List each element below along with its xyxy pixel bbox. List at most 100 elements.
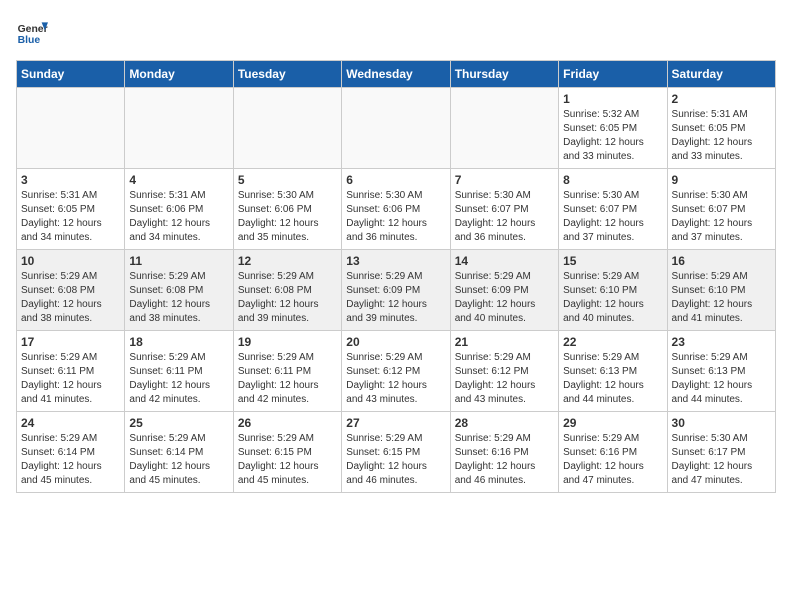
calendar-cell: 28 Sunrise: 5:29 AM Sunset: 6:16 PM Dayli… (450, 412, 558, 493)
calendar-cell: 16 Sunrise: 5:29 AM Sunset: 6:10 PM Dayli… (667, 250, 775, 331)
day-number: 25 (129, 416, 228, 430)
day-number: 14 (455, 254, 554, 268)
calendar-cell: 27 Sunrise: 5:29 AM Sunset: 6:15 PM Dayli… (342, 412, 450, 493)
weekday-header-friday: Friday (559, 61, 667, 88)
calendar-cell: 29 Sunrise: 5:29 AM Sunset: 6:16 PM Dayli… (559, 412, 667, 493)
day-number: 30 (672, 416, 771, 430)
day-number: 28 (455, 416, 554, 430)
day-number: 9 (672, 173, 771, 187)
day-number: 29 (563, 416, 662, 430)
day-number: 1 (563, 92, 662, 106)
day-number: 8 (563, 173, 662, 187)
calendar-cell: 15 Sunrise: 5:29 AM Sunset: 6:10 PM Dayli… (559, 250, 667, 331)
calendar-body: 1 Sunrise: 5:32 AM Sunset: 6:05 PM Daylig… (17, 88, 776, 493)
day-number: 7 (455, 173, 554, 187)
calendar-cell: 11Sunrise: 5:29 AM Sunset: 6:08 PM Dayli… (125, 250, 233, 331)
day-number: 19 (238, 335, 337, 349)
day-number: 22 (563, 335, 662, 349)
day-number: 26 (238, 416, 337, 430)
calendar-cell: 3Sunrise: 5:31 AM Sunset: 6:05 PM Daylig… (17, 169, 125, 250)
day-number: 4 (129, 173, 228, 187)
calendar-cell: 19 Sunrise: 5:29 AM Sunset: 6:11 PM Dayli… (233, 331, 341, 412)
day-info: Sunrise: 5:30 AM Sunset: 6:17 PM Dayligh… (672, 432, 771, 488)
logo: General Blue (16, 16, 48, 48)
day-info: Sunrise: 5:31 AM Sunset: 6:06 PM Dayligh… (129, 189, 228, 245)
day-number: 10 (21, 254, 120, 268)
calendar-cell: 18 Sunrise: 5:29 AM Sunset: 6:11 PM Dayli… (125, 331, 233, 412)
calendar-cell: 5 Sunrise: 5:30 AM Sunset: 6:06 PM Daylig… (233, 169, 341, 250)
day-info: Sunrise: 5:29 AM Sunset: 6:16 PM Dayligh… (563, 432, 662, 488)
day-number: 3 (21, 173, 120, 187)
calendar-cell: 7Sunrise: 5:30 AM Sunset: 6:07 PM Daylig… (450, 169, 558, 250)
calendar-cell (450, 88, 558, 169)
day-number: 13 (346, 254, 445, 268)
weekday-header-row: SundayMondayTuesdayWednesdayThursdayFrid… (17, 61, 776, 88)
day-info: Sunrise: 5:29 AM Sunset: 6:08 PM Dayligh… (21, 270, 120, 326)
day-info: Sunrise: 5:29 AM Sunset: 6:15 PM Dayligh… (346, 432, 445, 488)
day-info: Sunrise: 5:29 AM Sunset: 6:15 PM Dayligh… (238, 432, 337, 488)
calendar-week-4: 17Sunrise: 5:29 AM Sunset: 6:11 PM Dayli… (17, 331, 776, 412)
weekday-header-tuesday: Tuesday (233, 61, 341, 88)
calendar-cell: 2 Sunrise: 5:31 AM Sunset: 6:05 PM Daylig… (667, 88, 775, 169)
day-number: 20 (346, 335, 445, 349)
day-info: Sunrise: 5:31 AM Sunset: 6:05 PM Dayligh… (672, 108, 771, 164)
calendar-cell: 6Sunrise: 5:30 AM Sunset: 6:06 PM Daylig… (342, 169, 450, 250)
day-info: Sunrise: 5:32 AM Sunset: 6:05 PM Dayligh… (563, 108, 662, 164)
calendar-cell: 26 Sunrise: 5:29 AM Sunset: 6:15 PM Dayli… (233, 412, 341, 493)
page-header: General Blue (16, 16, 776, 48)
day-number: 12 (238, 254, 337, 268)
calendar-cell: 20 Sunrise: 5:29 AM Sunset: 6:12 PM Dayli… (342, 331, 450, 412)
day-number: 27 (346, 416, 445, 430)
calendar-cell: 9 Sunrise: 5:30 AM Sunset: 6:07 PM Daylig… (667, 169, 775, 250)
day-number: 18 (129, 335, 228, 349)
day-info: Sunrise: 5:29 AM Sunset: 6:14 PM Dayligh… (21, 432, 120, 488)
weekday-header-thursday: Thursday (450, 61, 558, 88)
day-number: 5 (238, 173, 337, 187)
day-info: Sunrise: 5:30 AM Sunset: 6:06 PM Dayligh… (238, 189, 337, 245)
calendar-cell: 8 Sunrise: 5:30 AM Sunset: 6:07 PM Daylig… (559, 169, 667, 250)
day-info: Sunrise: 5:30 AM Sunset: 6:07 PM Dayligh… (672, 189, 771, 245)
calendar-week-1: 1 Sunrise: 5:32 AM Sunset: 6:05 PM Daylig… (17, 88, 776, 169)
calendar-cell (233, 88, 341, 169)
day-info: Sunrise: 5:29 AM Sunset: 6:13 PM Dayligh… (672, 351, 771, 407)
calendar-cell: 23Sunrise: 5:29 AM Sunset: 6:13 PM Dayli… (667, 331, 775, 412)
day-info: Sunrise: 5:29 AM Sunset: 6:09 PM Dayligh… (455, 270, 554, 326)
day-info: Sunrise: 5:30 AM Sunset: 6:07 PM Dayligh… (563, 189, 662, 245)
day-info: Sunrise: 5:29 AM Sunset: 6:09 PM Dayligh… (346, 270, 445, 326)
calendar-cell: 17Sunrise: 5:29 AM Sunset: 6:11 PM Dayli… (17, 331, 125, 412)
calendar-cell (125, 88, 233, 169)
calendar-cell: 25Sunrise: 5:29 AM Sunset: 6:14 PM Dayli… (125, 412, 233, 493)
calendar-cell: 22Sunrise: 5:29 AM Sunset: 6:13 PM Dayli… (559, 331, 667, 412)
day-info: Sunrise: 5:29 AM Sunset: 6:08 PM Dayligh… (129, 270, 228, 326)
day-info: Sunrise: 5:30 AM Sunset: 6:06 PM Dayligh… (346, 189, 445, 245)
calendar-cell: 12 Sunrise: 5:29 AM Sunset: 6:08 PM Dayli… (233, 250, 341, 331)
calendar-cell: 13 Sunrise: 5:29 AM Sunset: 6:09 PM Dayli… (342, 250, 450, 331)
day-info: Sunrise: 5:29 AM Sunset: 6:11 PM Dayligh… (238, 351, 337, 407)
calendar-cell: 14 Sunrise: 5:29 AM Sunset: 6:09 PM Dayli… (450, 250, 558, 331)
calendar-cell: 1 Sunrise: 5:32 AM Sunset: 6:05 PM Daylig… (559, 88, 667, 169)
calendar-week-2: 3Sunrise: 5:31 AM Sunset: 6:05 PM Daylig… (17, 169, 776, 250)
day-number: 2 (672, 92, 771, 106)
day-info: Sunrise: 5:29 AM Sunset: 6:16 PM Dayligh… (455, 432, 554, 488)
day-info: Sunrise: 5:29 AM Sunset: 6:08 PM Dayligh… (238, 270, 337, 326)
day-info: Sunrise: 5:29 AM Sunset: 6:10 PM Dayligh… (672, 270, 771, 326)
weekday-header-monday: Monday (125, 61, 233, 88)
day-number: 16 (672, 254, 771, 268)
calendar-week-3: 10 Sunrise: 5:29 AM Sunset: 6:08 PM Dayli… (17, 250, 776, 331)
day-info: Sunrise: 5:29 AM Sunset: 6:10 PM Dayligh… (563, 270, 662, 326)
calendar-cell: 10 Sunrise: 5:29 AM Sunset: 6:08 PM Dayli… (17, 250, 125, 331)
weekday-header-wednesday: Wednesday (342, 61, 450, 88)
calendar-cell: 4 Sunrise: 5:31 AM Sunset: 6:06 PM Daylig… (125, 169, 233, 250)
day-info: Sunrise: 5:29 AM Sunset: 6:11 PM Dayligh… (129, 351, 228, 407)
day-info: Sunrise: 5:29 AM Sunset: 6:12 PM Dayligh… (346, 351, 445, 407)
calendar-week-5: 24 Sunrise: 5:29 AM Sunset: 6:14 PM Dayli… (17, 412, 776, 493)
calendar-cell: 24 Sunrise: 5:29 AM Sunset: 6:14 PM Dayli… (17, 412, 125, 493)
day-number: 15 (563, 254, 662, 268)
calendar-cell: 30 Sunrise: 5:30 AM Sunset: 6:17 PM Dayli… (667, 412, 775, 493)
weekday-header-sunday: Sunday (17, 61, 125, 88)
day-info: Sunrise: 5:29 AM Sunset: 6:11 PM Dayligh… (21, 351, 120, 407)
day-info: Sunrise: 5:29 AM Sunset: 6:12 PM Dayligh… (455, 351, 554, 407)
weekday-header-saturday: Saturday (667, 61, 775, 88)
day-number: 24 (21, 416, 120, 430)
calendar-cell (17, 88, 125, 169)
